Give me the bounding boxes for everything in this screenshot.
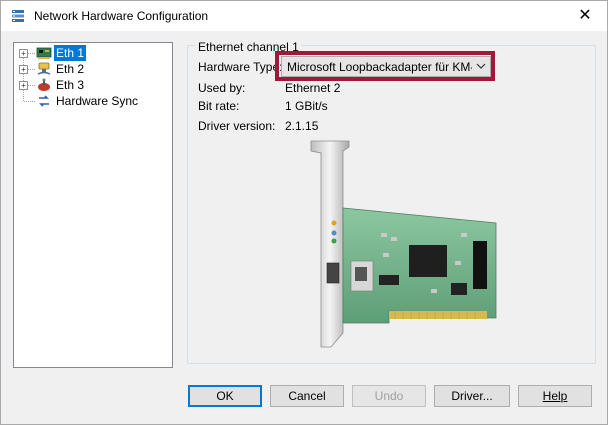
tree-item-eth2[interactable]: + Eth 2 xyxy=(14,61,170,77)
bit-rate-label: Bit rate: xyxy=(198,99,240,113)
window-title: Network Hardware Configuration xyxy=(34,9,209,23)
dialog-window: Network Hardware Configuration ✕ + Eth 1… xyxy=(0,0,608,425)
network-card-image xyxy=(310,140,497,348)
network-config-icon xyxy=(12,10,24,22)
hardware-type-label: Hardware Type: xyxy=(198,60,283,74)
tree-item-label: Hardware Sync xyxy=(56,94,139,108)
tree-connector-h xyxy=(24,101,35,102)
sync-icon xyxy=(39,95,49,107)
help-button[interactable]: Help xyxy=(518,385,592,407)
expand-icon[interactable]: + xyxy=(19,65,28,74)
tree-item-label: Eth 3 xyxy=(56,78,85,92)
ok-button[interactable]: OK xyxy=(188,385,262,407)
driver-version-value: 2.1.15 xyxy=(285,119,319,133)
undo-button[interactable]: Undo xyxy=(352,385,426,407)
tree-connector-h xyxy=(28,85,35,86)
title-bar[interactable]: Network Hardware Configuration ✕ xyxy=(1,1,607,31)
bit-rate-value: 1 GBit/s xyxy=(285,99,328,113)
hardware-tree[interactable]: + Eth 1 + Eth 2 + Eth 3 Hardware Sync xyxy=(13,42,173,368)
wired-network-icon xyxy=(37,62,51,75)
tree-connector-h xyxy=(28,69,35,70)
tree-item-label: Eth 1 xyxy=(54,45,87,61)
expand-icon[interactable]: + xyxy=(19,49,28,58)
used-by-label: Used by: xyxy=(198,81,246,95)
driver-version-label: Driver version: xyxy=(198,119,276,133)
tree-item-label: Eth 2 xyxy=(56,62,85,76)
chevron-down-icon xyxy=(476,63,486,69)
close-button[interactable]: ✕ xyxy=(563,1,607,31)
ethercat-icon xyxy=(38,78,50,91)
tree-item-eth3[interactable]: + Eth 3 xyxy=(14,77,170,93)
hardware-type-dropdown[interactable]: Microsoft Loopbackadapter für KM-TEST xyxy=(281,56,491,77)
used-by-value: Ethernet 2 xyxy=(285,81,341,95)
tree-item-hardware-sync[interactable]: Hardware Sync xyxy=(14,93,170,109)
tree-item-eth1[interactable]: + Eth 1 xyxy=(14,45,170,61)
network-card-icon xyxy=(36,47,52,59)
tree-connector-h xyxy=(28,53,35,54)
driver-button[interactable]: Driver... xyxy=(434,385,510,407)
expand-icon[interactable]: + xyxy=(19,81,28,90)
cancel-button[interactable]: Cancel xyxy=(270,385,344,407)
hardware-type-value: Microsoft Loopbackadapter für KM-TEST xyxy=(287,60,472,74)
close-icon: ✕ xyxy=(578,7,592,24)
